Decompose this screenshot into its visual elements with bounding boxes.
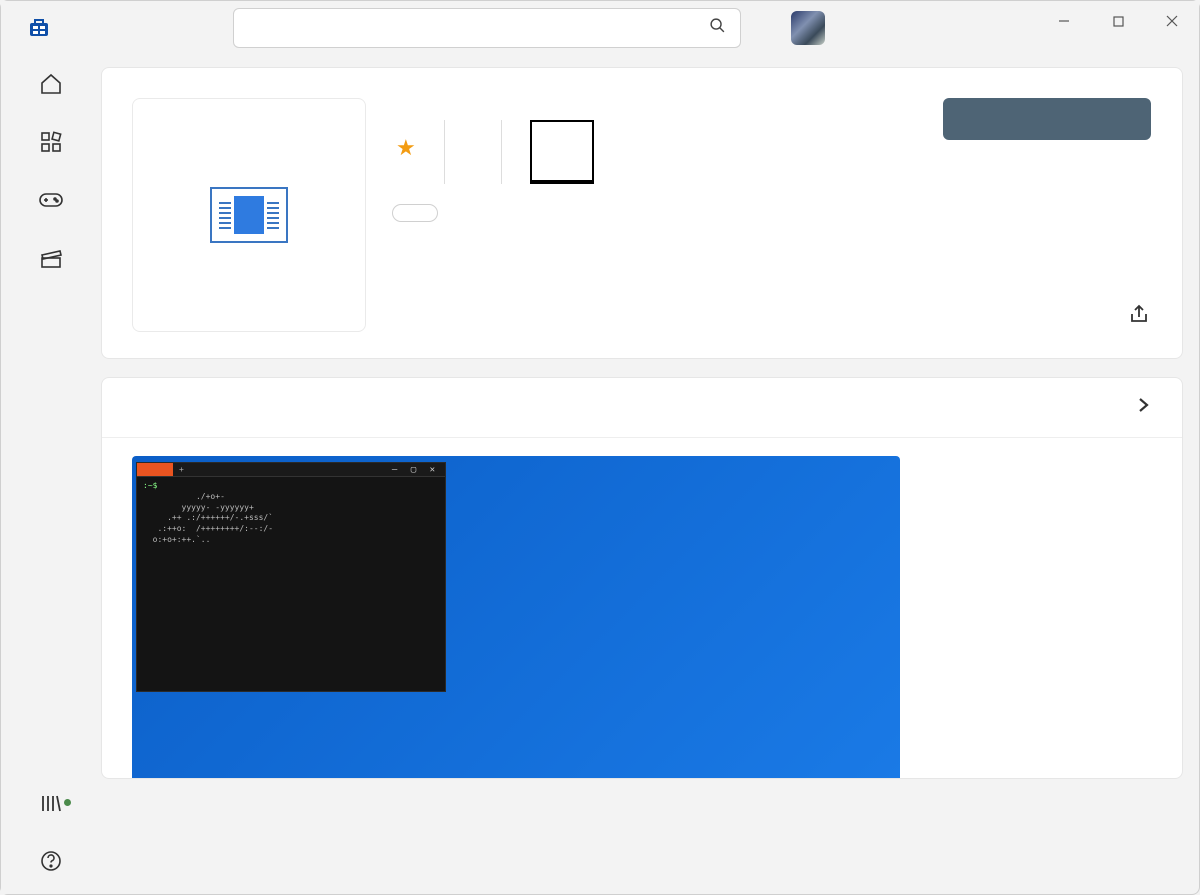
get-button[interactable] [943, 98, 1151, 140]
app-stats: ★ [392, 120, 916, 184]
search-icon[interactable] [709, 17, 726, 39]
update-indicator-icon [64, 799, 71, 806]
nav-library[interactable] [12, 790, 90, 822]
app-main-info: ★ [392, 98, 916, 332]
chevron-right-icon[interactable] [1134, 396, 1152, 419]
help-icon [39, 848, 63, 874]
esrb-badge-label [532, 180, 592, 182]
screenshot-1[interactable]: +— ▢ ✕ :~$ ./+o+- yyyyy- -yyyyyy+ .++ .:… [132, 456, 900, 778]
stat-ratings-count [444, 120, 501, 184]
app-hero-card: ★ [101, 67, 1183, 359]
nav-movies[interactable] [12, 245, 90, 277]
maximize-button[interactable] [1091, 1, 1145, 41]
nav-help[interactable] [12, 848, 90, 880]
nav-gaming[interactable] [12, 187, 90, 219]
user-avatar[interactable] [791, 11, 825, 45]
nav-apps[interactable] [12, 129, 90, 161]
screenshots-row[interactable]: +— ▢ ✕ :~$ ./+o+- yyyyy- -yyyyyy+ .++ .:… [102, 438, 1182, 778]
app-tile-icon [210, 187, 288, 243]
titlebar [1, 1, 1199, 55]
app-tile [132, 98, 366, 332]
minimize-button[interactable] [1037, 1, 1091, 41]
stat-age-rating [501, 120, 636, 184]
apps-icon [39, 129, 63, 155]
search-input[interactable] [248, 18, 709, 39]
movies-icon [38, 245, 64, 271]
sidebar [1, 55, 101, 894]
gaming-icon [38, 187, 64, 213]
library-icon [39, 790, 63, 816]
home-icon [39, 71, 63, 97]
close-button[interactable] [1145, 1, 1199, 41]
content-scroll[interactable]: ★ [101, 67, 1191, 894]
category-tag[interactable] [392, 204, 438, 222]
esrb-badge-icon [530, 120, 594, 184]
nav-home[interactable] [12, 71, 90, 103]
search-box[interactable] [233, 8, 741, 48]
screenshots-card: +— ▢ ✕ :~$ ./+o+- yyyyy- -yyyyyy+ .++ .:… [101, 377, 1183, 779]
screenshots-header[interactable] [102, 378, 1182, 438]
terminal-tab [137, 463, 173, 476]
app-action-panel [942, 98, 1152, 332]
star-icon: ★ [396, 135, 416, 161]
share-button[interactable] [1128, 303, 1150, 330]
window-controls [1037, 1, 1199, 41]
store-app-icon [25, 14, 53, 42]
stat-rating: ★ [392, 120, 444, 184]
